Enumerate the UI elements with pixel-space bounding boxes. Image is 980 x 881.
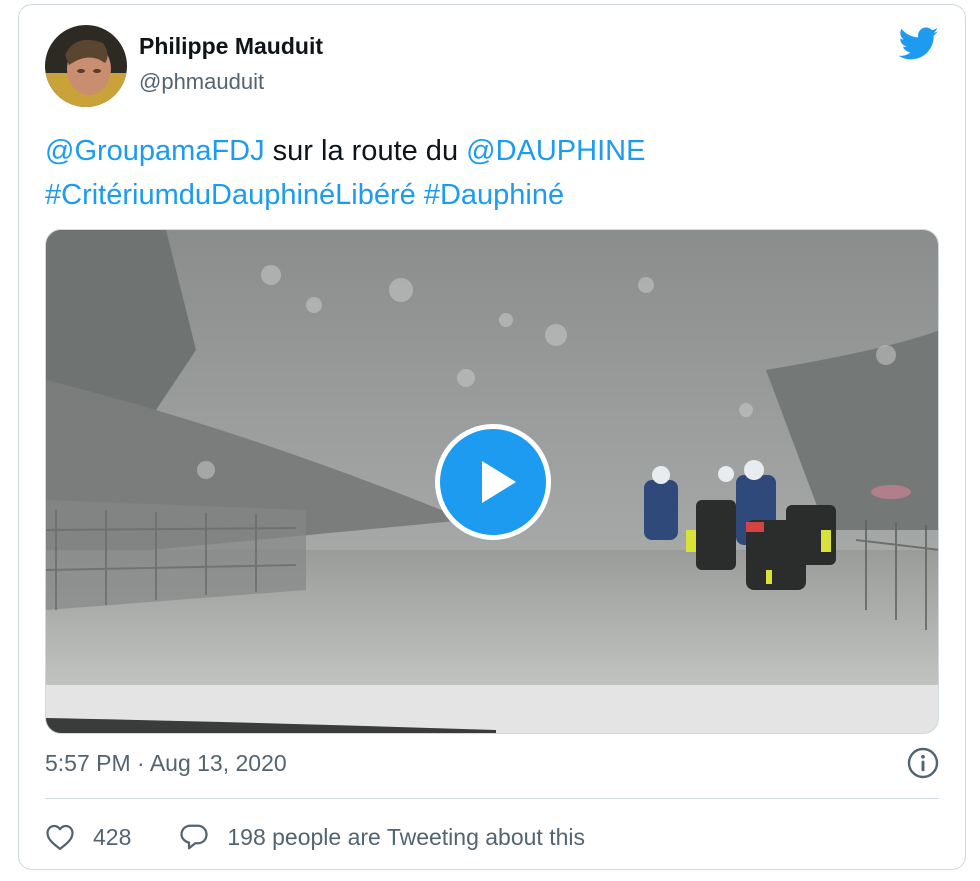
info-icon[interactable] bbox=[907, 747, 939, 779]
tweet-timestamp[interactable]: 5:57 PM · Aug 13, 2020 bbox=[45, 750, 287, 777]
heart-icon bbox=[46, 824, 74, 850]
mention-groupamafdj[interactable]: @GroupamaFDJ bbox=[45, 135, 265, 167]
play-button[interactable] bbox=[435, 424, 551, 540]
hashtag-dauphine[interactable]: #Dauphiné bbox=[424, 179, 564, 211]
mention-dauphine[interactable]: @DAUPHINE bbox=[466, 135, 645, 167]
like-count: 428 bbox=[93, 823, 132, 850]
twitter-bird-icon[interactable] bbox=[899, 27, 939, 61]
author-handle[interactable]: @phmauduit bbox=[139, 69, 264, 95]
video-player[interactable] bbox=[45, 229, 939, 734]
tweet-card: Philippe Mauduit @phmauduit @GroupamaFDJ… bbox=[18, 4, 966, 870]
avatar-image bbox=[45, 25, 127, 107]
speech-bubble-icon bbox=[180, 824, 208, 850]
tweet-text: @GroupamaFDJ sur la route du @DAUPHINE #… bbox=[45, 129, 925, 217]
avatar[interactable] bbox=[45, 25, 127, 107]
tweet-actions: 428 198 people are Tweeting about this bbox=[45, 817, 585, 857]
play-icon bbox=[482, 461, 516, 503]
hashtag-criterium[interactable]: #CritériumduDauphinéLibéré bbox=[45, 179, 416, 211]
like-button[interactable]: 428 bbox=[45, 823, 131, 851]
tweeting-count: 198 people are Tweeting about this bbox=[227, 823, 585, 850]
tweet-text-body: sur la route du bbox=[264, 135, 467, 167]
tweeting-link[interactable]: 198 people are Tweeting about this bbox=[179, 823, 585, 851]
divider bbox=[45, 798, 939, 799]
author-name[interactable]: Philippe Mauduit bbox=[139, 33, 323, 60]
